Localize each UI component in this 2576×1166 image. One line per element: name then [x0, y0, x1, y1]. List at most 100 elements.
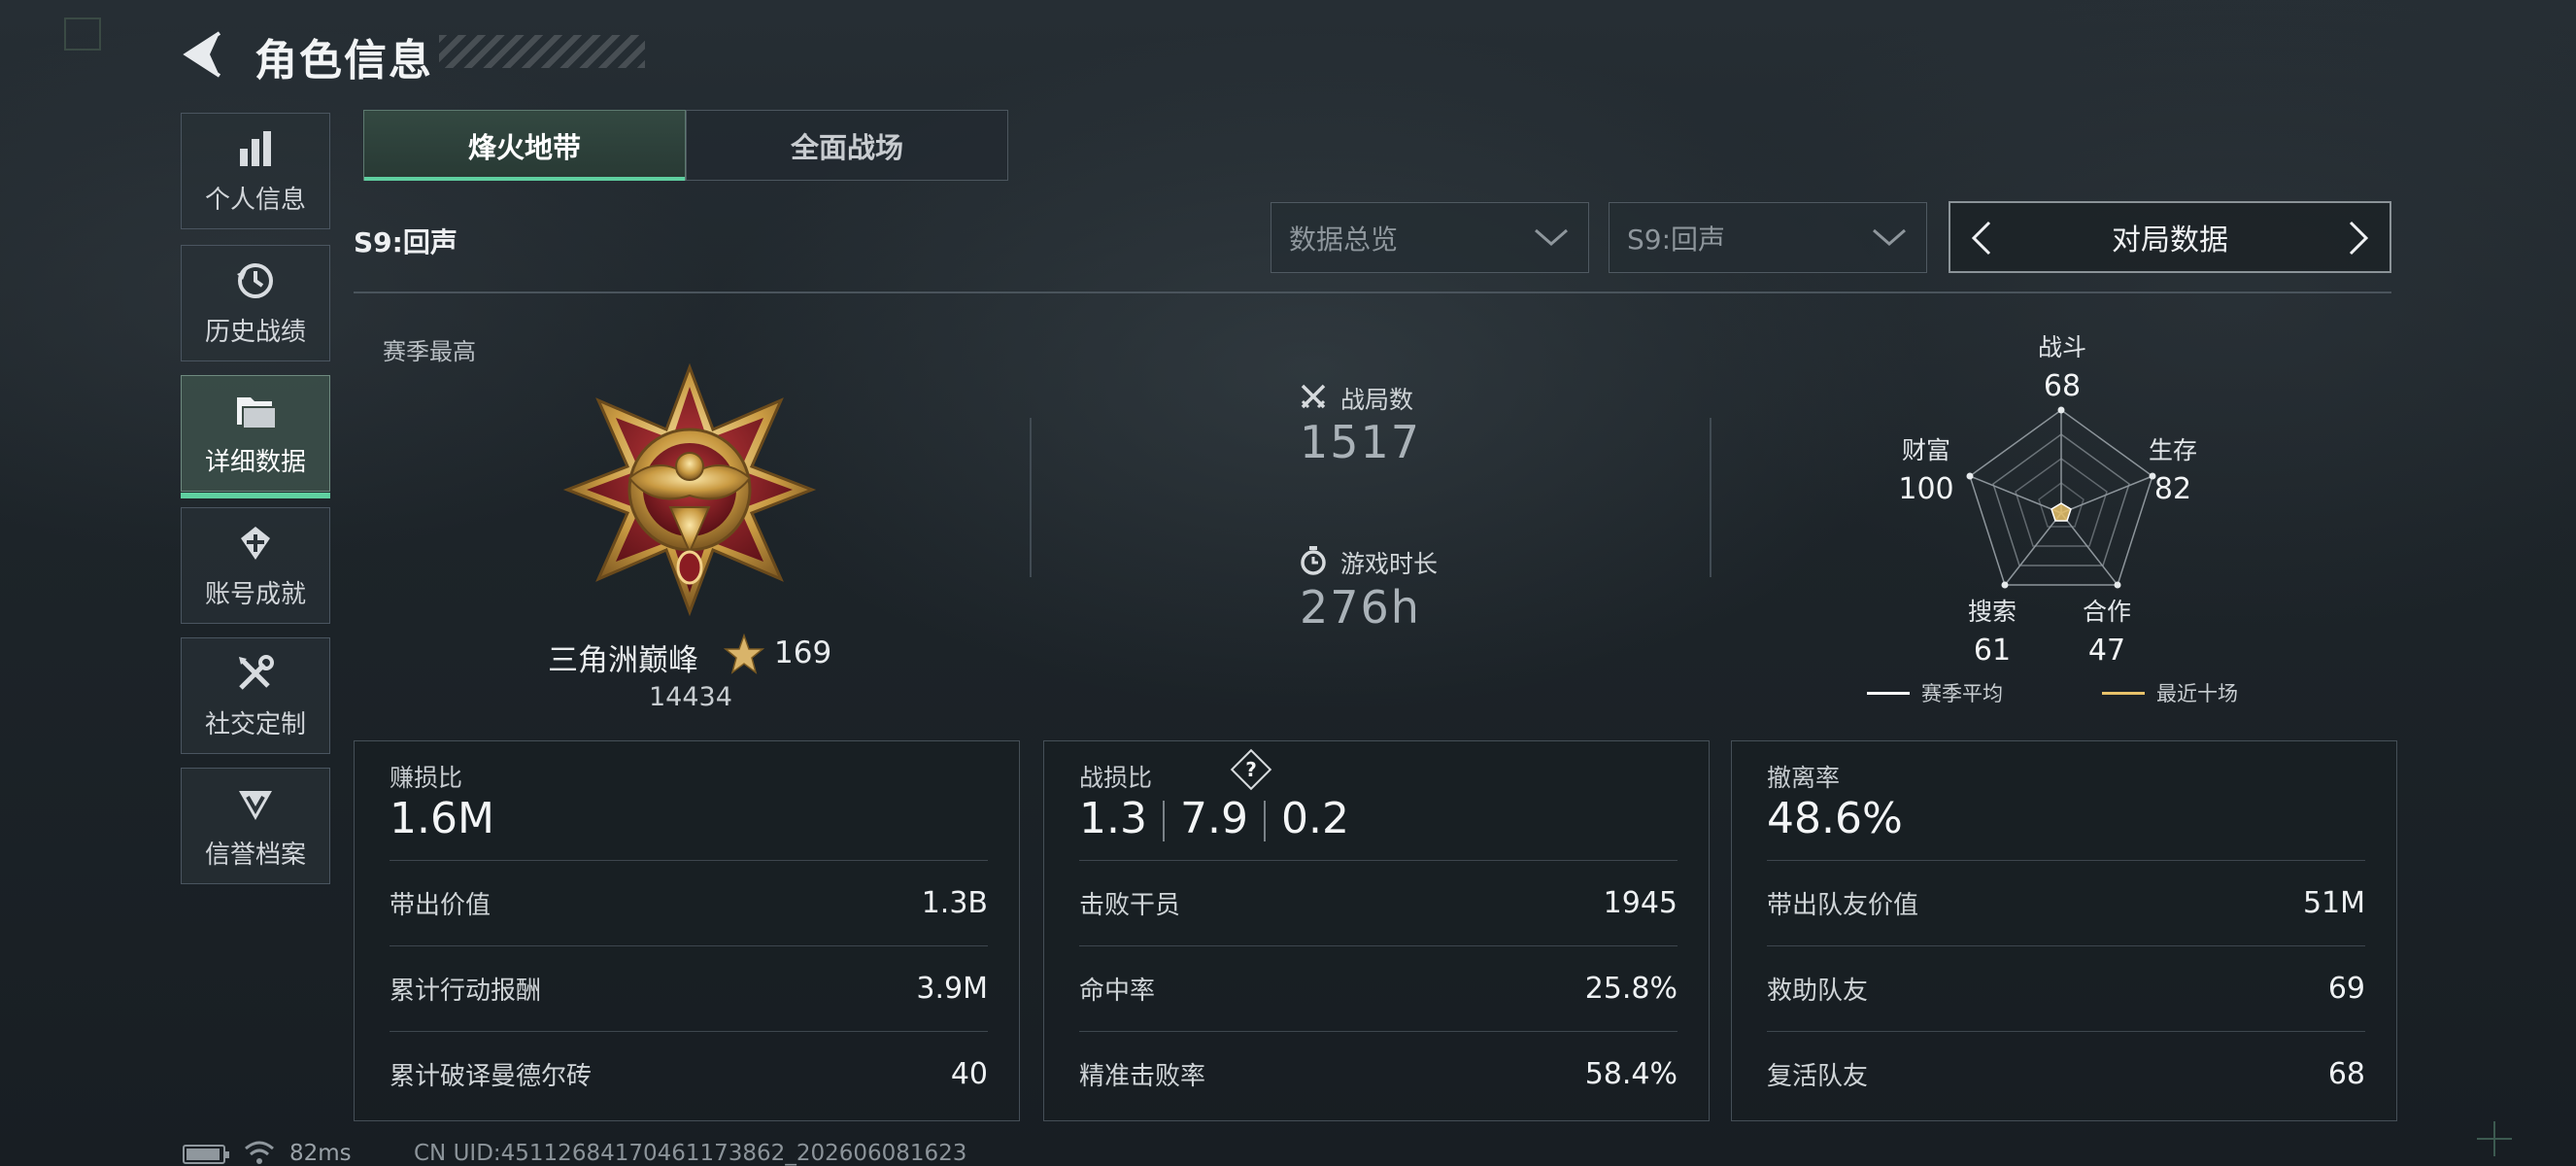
season-best-label: 赛季最高: [383, 338, 476, 365]
sidebar-item-label: 详细数据: [204, 447, 306, 477]
profit-loss-card: 赚损比 1.6M 带出价值 1.3B 累计行动报酬 3.9M 累计破译曼德尔砖 …: [354, 740, 1020, 1121]
sidebar-item-credit-record[interactable]: 信誉档案: [181, 768, 330, 884]
ping-value: 82ms: [289, 1141, 352, 1166]
chevron-down-icon: [1535, 228, 1568, 246]
stat-row: 击败干员 1945: [1079, 860, 1678, 945]
radar-axis-label: 财富: [1901, 436, 1950, 464]
matches-label: 战局数: [1340, 386, 1414, 414]
chevron-right-icon[interactable]: [2337, 219, 2376, 257]
stat-row: 带出价值 1.3B: [390, 860, 988, 945]
view-pager: 对局数据: [1949, 201, 2391, 273]
kd-value-second: 7.9: [1179, 794, 1248, 843]
battery-icon: [183, 1145, 229, 1164]
radar-axis-label: 生存: [2148, 436, 2197, 464]
page-title: 角色信息: [254, 36, 433, 86]
history-clock-icon: [234, 259, 277, 302]
season-value: S9:回声: [1627, 223, 1726, 256]
chevron-down-icon: [1873, 228, 1906, 246]
kd-value-overall: 1.3: [1079, 794, 1147, 843]
stat-label: 累计破译曼德尔砖: [390, 1062, 593, 1091]
radar-axis-value: 82: [2153, 472, 2192, 506]
stopwatch-icon: [1301, 546, 1326, 575]
card-title: 战损比: [1079, 764, 1153, 792]
stat-label: 命中率: [1079, 977, 1156, 1006]
rank-name: 三角洲巅峰: [548, 643, 698, 678]
playtime-value: 276h: [1300, 581, 1421, 634]
shield-emblem-icon: [234, 782, 277, 825]
rank-score: 14434: [649, 682, 732, 712]
crossed-swords-icon: [1301, 384, 1326, 409]
sidebar-item-label: 账号成就: [204, 579, 306, 609]
stat-row: 命中率 25.8%: [1079, 945, 1678, 1031]
card-title: 赚损比: [390, 764, 463, 792]
kd-value-third: 0.2: [1280, 794, 1349, 843]
folder-icon: [234, 390, 277, 432]
legend-swatch-recent-ten: [2102, 692, 2145, 695]
sidebar-item-label: 信誉档案: [204, 840, 306, 870]
sidebar-item-personal-info[interactable]: 个人信息: [181, 113, 330, 229]
stat-label: 救助队友: [1767, 977, 1869, 1006]
column-divider: [1710, 418, 1712, 577]
stat-label: 精准击败率: [1079, 1062, 1206, 1091]
section-divider: [354, 292, 2391, 293]
sidebar-item-label: 历史战绩: [204, 317, 306, 347]
stat-row: 救助队友 69: [1767, 945, 2365, 1031]
stat-row: 累计破译曼德尔砖 40: [390, 1031, 988, 1116]
stat-row: 精准击败率 58.4%: [1079, 1031, 1678, 1116]
sidebar-item-social-custom[interactable]: 社交定制: [181, 637, 330, 754]
legend-label: 最近十场: [2156, 682, 2238, 705]
card-main-value: 48.6%: [1767, 794, 1903, 843]
tab-hazard-zone[interactable]: 烽火地带: [363, 110, 686, 181]
rank-medal-icon: [562, 362, 817, 617]
achievement-medal-icon: [234, 522, 277, 565]
sidebar-item-achievements[interactable]: 账号成就: [181, 507, 330, 624]
card-title: 撤离率: [1767, 764, 1841, 792]
corner-marker: [64, 17, 101, 51]
stat-value: 51M: [2302, 886, 2365, 920]
stat-label: 带出队友价值: [1767, 891, 1919, 920]
matches-value: 1517: [1300, 416, 1422, 468]
kd-ratio-card: 战损比 ? 1.3 7.9 0.2 击败干员 1945 命中率 25.8% 精准击败…: [1043, 740, 1710, 1121]
radar-axis-label: 搜索: [1967, 598, 2017, 626]
wifi-icon: [245, 1141, 274, 1164]
season-dropdown[interactable]: S9:回声: [1609, 202, 1927, 273]
stat-row: 累计行动报酬 3.9M: [390, 945, 988, 1031]
back-arrow-icon[interactable]: [181, 29, 227, 80]
view-label: 对局数据: [2112, 223, 2228, 257]
stat-label: 累计行动报酬: [390, 977, 542, 1006]
star-icon: [724, 634, 764, 674]
tab-full-battlefield[interactable]: 全面战场: [686, 110, 1008, 181]
stat-value: 58.4%: [1584, 1057, 1678, 1091]
radar-axis-label: 合作: [2082, 598, 2131, 626]
extraction-rate-card: 撤离率 48.6% 带出队友价值 51M 救助队友 69 复活队友 68: [1731, 740, 2397, 1121]
stat-label: 击败干员: [1079, 891, 1181, 920]
column-divider: [1030, 418, 1032, 577]
data-type-value: 数据总览: [1289, 223, 1399, 256]
help-icon[interactable]: ?: [1230, 748, 1272, 791]
card-main-value: 1.3 7.9 0.2: [1079, 794, 1349, 843]
rank-star-count: 169: [774, 635, 832, 670]
sidebar-item-detailed-data[interactable]: 详细数据: [181, 375, 330, 498]
chevron-left-icon[interactable]: [1964, 219, 2003, 257]
stat-row: 复活队友 68: [1767, 1031, 2365, 1116]
stat-label: 带出价值: [390, 891, 491, 920]
bar-chart-icon: [234, 127, 277, 170]
card-main-value: 1.6M: [390, 794, 494, 843]
stat-value: 3.9M: [916, 972, 988, 1006]
tools-icon: [234, 652, 277, 695]
stat-value: 25.8%: [1584, 972, 1678, 1006]
player-uid: CN UID:4511268417046117386​2_20260608162…: [414, 1141, 967, 1166]
playtime-label: 游戏时长: [1340, 550, 1439, 578]
radar-axis-value: 47: [2087, 634, 2126, 668]
radar-axis-value: 68: [2043, 369, 2082, 403]
stat-value: 69: [2327, 972, 2365, 1006]
sidebar-item-label: 个人信息: [204, 185, 306, 215]
stat-value: 40: [950, 1057, 988, 1091]
radar-axis-value: 100: [1898, 472, 1954, 506]
radar-axis-label: 战斗: [2037, 333, 2086, 361]
sidebar-item-match-history[interactable]: 历史战绩: [181, 245, 330, 361]
sidebar-item-label: 社交定制: [204, 709, 306, 739]
stat-label: 复活队友: [1767, 1062, 1869, 1091]
data-type-dropdown[interactable]: 数据总览: [1271, 202, 1589, 273]
stat-value: 1945: [1603, 886, 1678, 920]
